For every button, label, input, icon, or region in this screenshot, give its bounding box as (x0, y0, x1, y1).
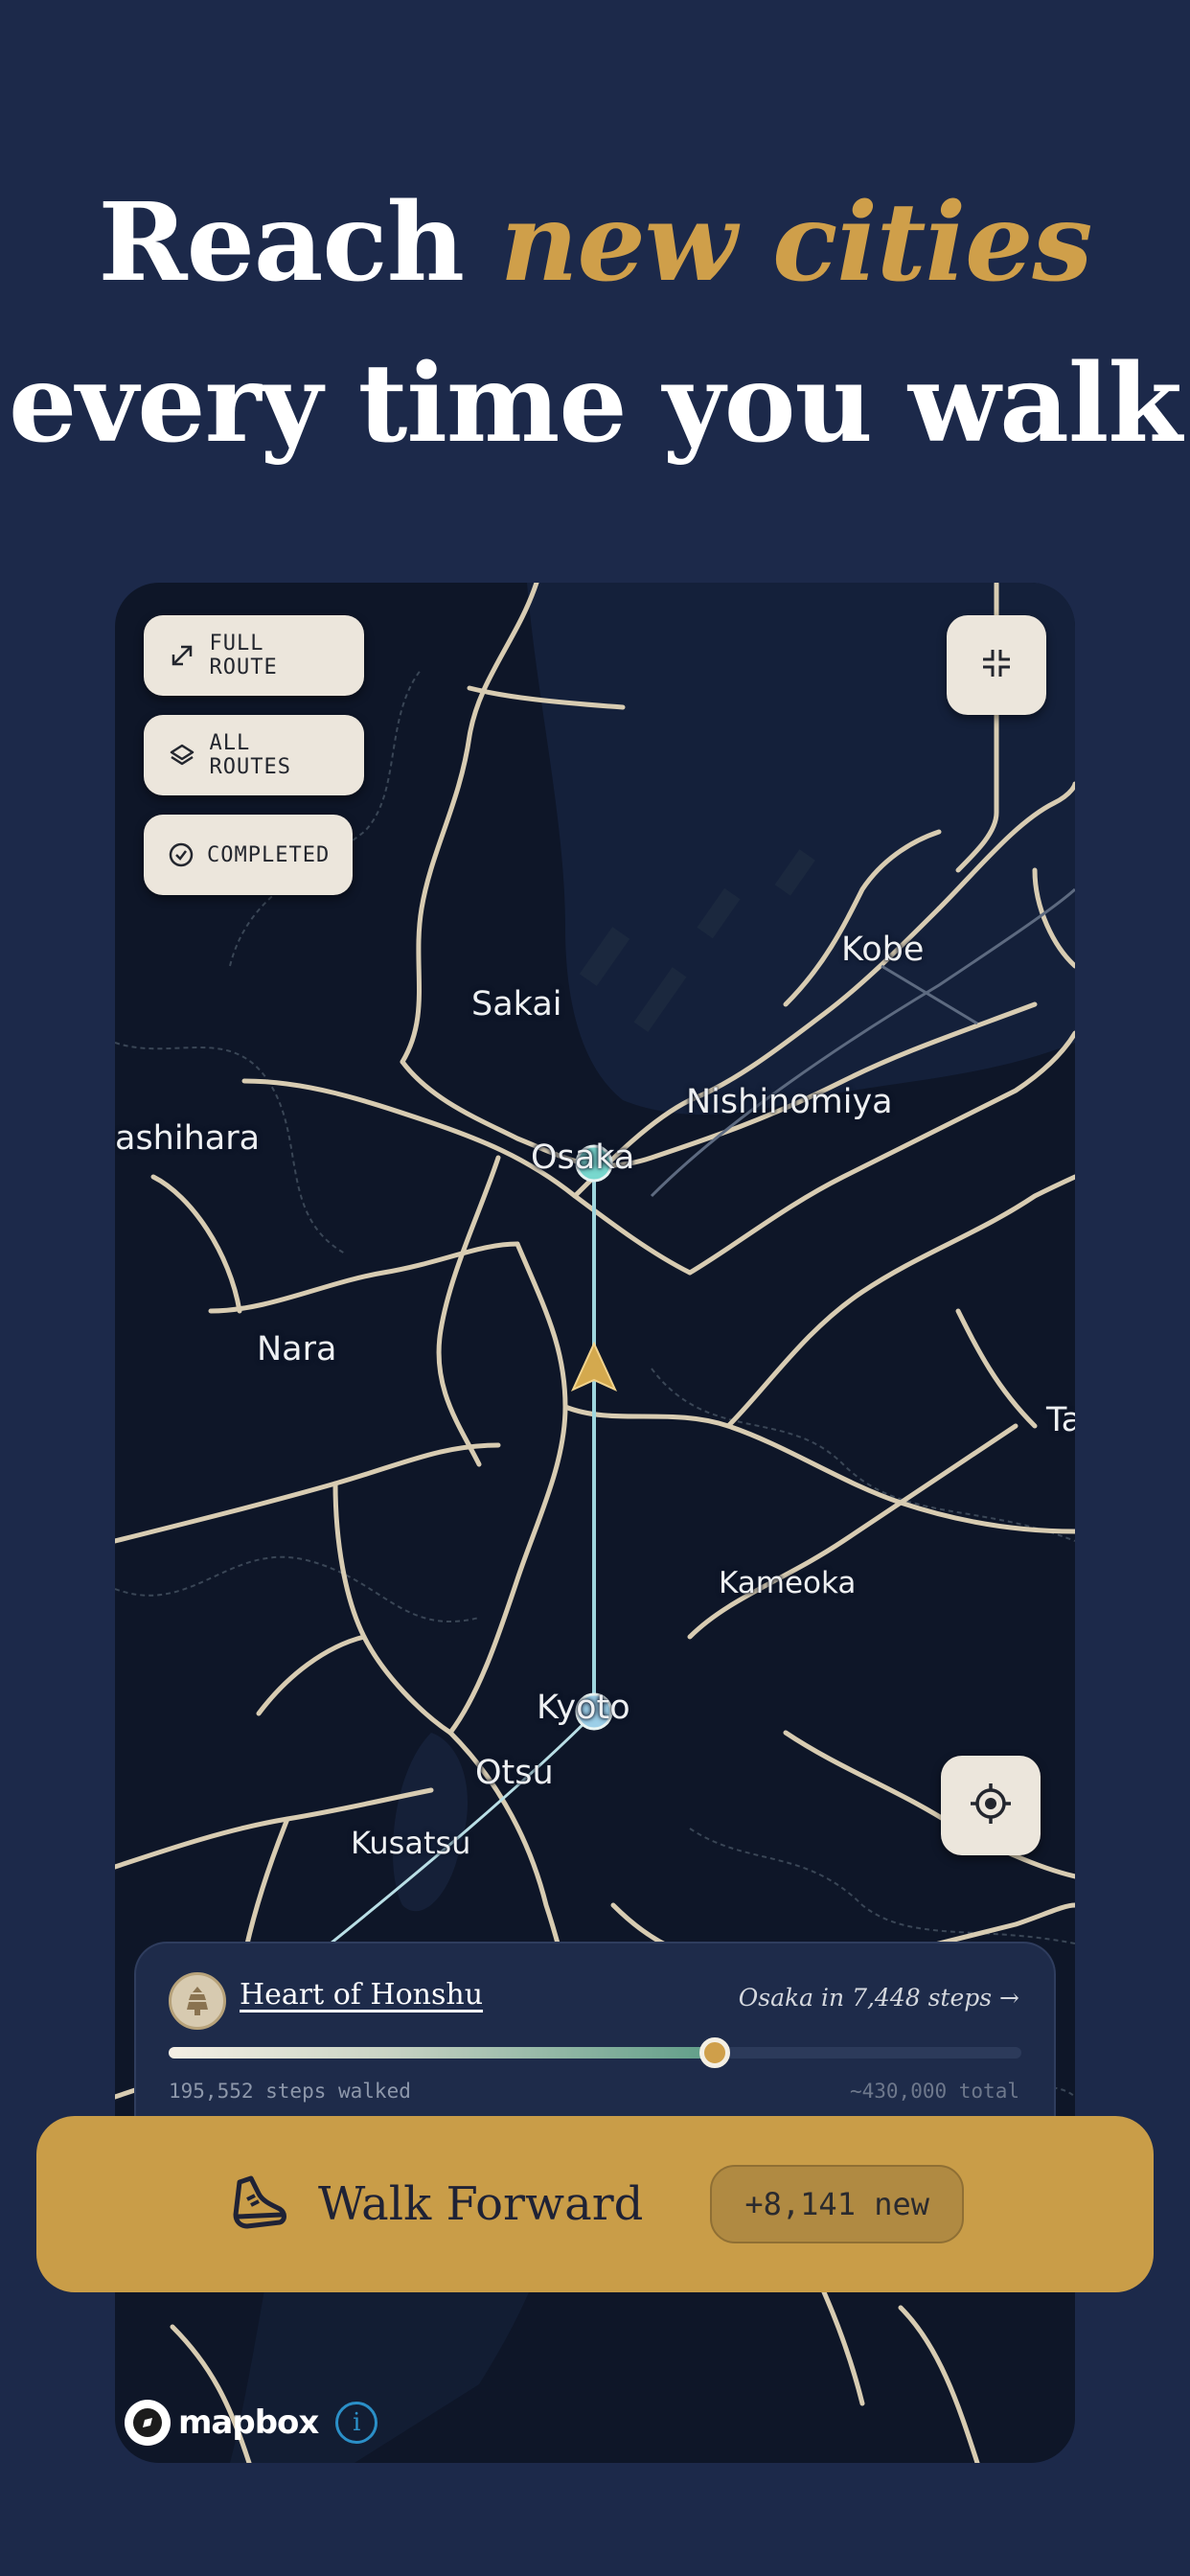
map-label-kyoto: Kyoto (537, 1689, 630, 1727)
map-label-kashihara: ashihara (115, 1119, 261, 1158)
map-label-sakai: Sakai (471, 985, 562, 1024)
locate-me-button[interactable] (941, 1756, 1041, 1855)
map-label-kameoka: Kameoka (719, 1566, 857, 1600)
progress-knob (698, 2037, 730, 2068)
badge-icon (169, 1972, 226, 2030)
headline-line1: Reach new cities (98, 180, 1093, 306)
all-routes-label: ALL ROUTES (209, 731, 292, 779)
headline: Reach new cities every time you walk (0, 163, 1190, 485)
info-icon[interactable]: i (335, 2402, 378, 2444)
walk-forward-label: Walk Forward (317, 2177, 644, 2231)
completed-label: COMPLETED (207, 842, 331, 867)
new-steps-badge: +8,141 new (710, 2165, 965, 2243)
map-label-kusatsu: Kusatsu (351, 1825, 471, 1861)
map-label-ta: Ta (1046, 1401, 1075, 1439)
map-label-osaka: Osaka (531, 1138, 635, 1177)
map-label-kobe: Kobe (841, 931, 925, 969)
check-circle-icon (169, 840, 194, 869)
all-routes-button[interactable]: ALL ROUTES (144, 715, 364, 795)
steps-total: ~430,000 total (849, 2080, 1019, 2103)
expand-icon (169, 641, 196, 670)
map-label-nara: Nara (257, 1330, 337, 1368)
shoe-icon (226, 2173, 289, 2236)
route-name[interactable]: Heart of Honshu (240, 1978, 483, 2012)
completed-button[interactable]: COMPLETED (144, 815, 353, 895)
map-label-otsu: Otsu (475, 1754, 554, 1792)
mapbox-wordmark: mapbox (178, 2404, 319, 2442)
mapbox-logo-icon (125, 2400, 171, 2446)
layers-icon (169, 741, 196, 770)
steps-walked: 195,552 steps walked (169, 2080, 411, 2103)
full-route-label: FULL ROUTE (209, 632, 278, 679)
full-route-button[interactable]: FULL ROUTE (144, 615, 364, 696)
walk-forward-button[interactable]: Walk Forward +8,141 new (36, 2116, 1154, 2292)
map-label-nishinomiya: Nishinomiya (686, 1083, 893, 1121)
headline-line2: every time you walk (8, 341, 1182, 467)
collapse-icon (979, 646, 1014, 684)
next-city-info[interactable]: Osaka in 7,448 steps → (739, 1984, 1019, 2012)
progress-bar (169, 2037, 1021, 2068)
progress-bar-fill (169, 2047, 715, 2058)
mapbox-attribution[interactable]: mapbox i (125, 2400, 378, 2446)
locate-icon (969, 1782, 1013, 1829)
collapse-map-button[interactable] (947, 615, 1046, 715)
headline-accent: new cities (500, 180, 1092, 306)
